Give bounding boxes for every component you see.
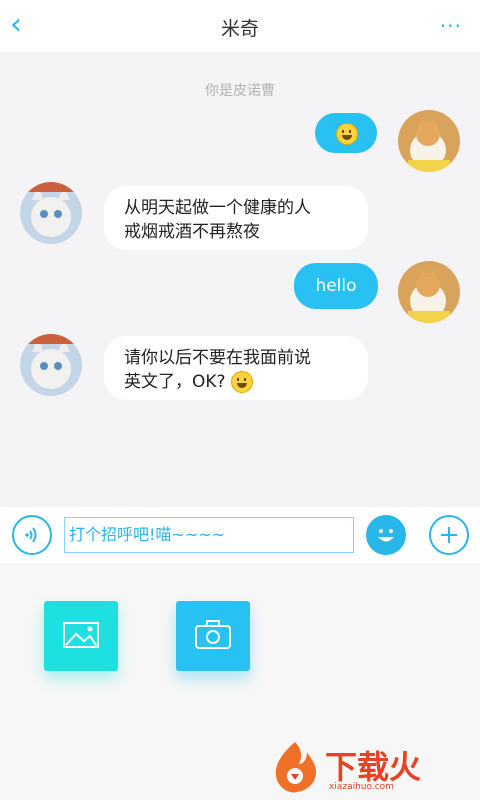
image-picker-button[interactable]	[44, 601, 118, 671]
message-text: 从明天起做一个健康的人	[124, 198, 311, 218]
emoji-icon	[378, 529, 394, 542]
camera-icon	[195, 620, 231, 649]
add-button[interactable]	[429, 515, 469, 555]
avatar-contact[interactable]	[20, 334, 82, 396]
message-bubble-outgoing: hello	[294, 263, 378, 309]
message-bubble-incoming: 请你以后不要在我面前说 英文了，OK?	[104, 336, 368, 400]
avatar-contact[interactable]	[20, 182, 82, 244]
message-bubble-outgoing	[315, 113, 377, 153]
watermark: 下载火 xiazaihuo.com	[267, 740, 472, 794]
camera-button[interactable]	[176, 601, 250, 671]
cat-avatar-icon	[20, 182, 82, 244]
emoji-button[interactable]	[366, 515, 406, 555]
cat-avatar-icon	[398, 110, 460, 172]
cat-avatar-icon	[20, 334, 82, 396]
laughing-emoji-icon	[230, 371, 253, 393]
watermark-url: xiazaihuo.com	[329, 782, 394, 792]
message-text-line: 英文了，OK?	[124, 370, 368, 394]
voice-icon	[25, 527, 37, 543]
flame-logo-icon	[275, 742, 317, 793]
more-dots-icon[interactable]: ···	[440, 14, 462, 38]
voice-button[interactable]	[12, 515, 52, 555]
attachment-panel: 下载火 xiazaihuo.com	[0, 563, 480, 800]
avatar-self[interactable]	[398, 110, 460, 172]
chat-area: 你是皮诺曹 从明天起做一个健康的人 戒烟戒酒不再熬夜 hello 请你以后不要在…	[0, 52, 480, 507]
chat-hint: 你是皮诺曹	[205, 83, 275, 99]
chat-input-bar: 打个招呼吧!喵~~~~	[0, 507, 480, 563]
message-text: 请你以后不要在我面前说	[124, 348, 311, 368]
image-icon	[63, 622, 99, 648]
avatar-self[interactable]	[398, 261, 460, 323]
message-text: 英文了，OK?	[124, 372, 226, 392]
smile-emoji-icon	[336, 123, 358, 145]
message-text: 戒烟戒酒不再熬夜	[124, 222, 260, 242]
plus-icon	[441, 527, 457, 543]
page-title: 米奇	[220, 18, 259, 40]
message-input[interactable]: 打个招呼吧!喵~~~~	[64, 517, 354, 553]
message-bubble-incoming: 从明天起做一个健康的人 戒烟戒酒不再熬夜	[104, 186, 368, 250]
top-bar: ‹ 米奇 ···	[0, 0, 480, 52]
message-text: hello	[315, 276, 357, 296]
cat-avatar-icon	[398, 261, 460, 323]
